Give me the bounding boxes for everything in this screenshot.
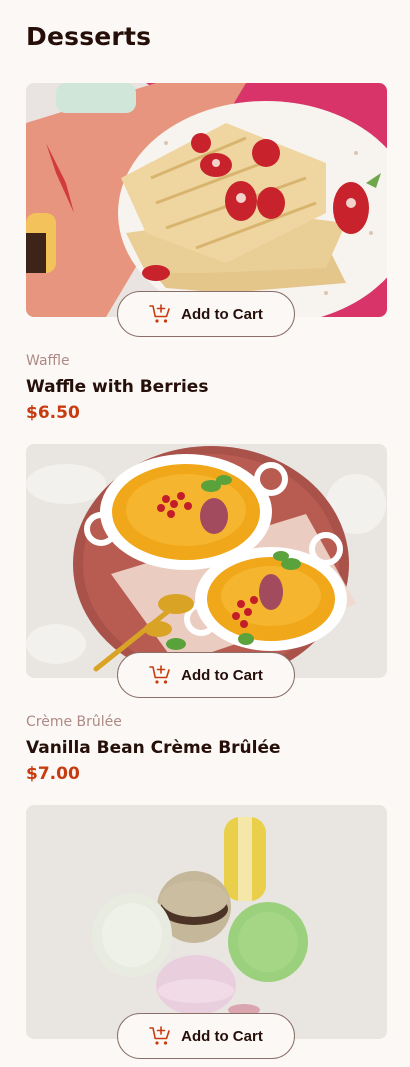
add-to-cart-icon	[149, 303, 171, 325]
macaron-photo	[26, 805, 387, 1039]
add-to-cart-label: Add to Cart	[181, 666, 263, 684]
product-category: Crème Brûlée	[26, 714, 122, 730]
product-list-page: Desserts Add to Cart Waffle Waffle with …	[0, 0, 410, 1067]
product-price: $7.00	[26, 764, 80, 784]
add-to-cart-label: Add to Cart	[181, 1027, 263, 1045]
add-to-cart-icon	[149, 1025, 171, 1047]
product-card: Add to Cart Waffle Waffle with Berries $…	[26, 83, 387, 423]
product-name: Waffle with Berries	[26, 377, 209, 397]
add-to-cart-button[interactable]: Add to Cart	[117, 291, 295, 337]
product-card: Add to Cart Crème Brûlée Vanilla Bean Cr…	[26, 444, 387, 784]
creme-brulee-photo	[26, 444, 387, 678]
add-to-cart-label: Add to Cart	[181, 305, 263, 323]
add-to-cart-icon	[149, 664, 171, 686]
product-card: Add to Cart	[26, 805, 387, 1059]
add-to-cart-button[interactable]: Add to Cart	[117, 652, 295, 698]
waffle-photo	[26, 83, 387, 317]
page-title: Desserts	[26, 22, 152, 51]
product-price: $6.50	[26, 403, 80, 423]
product-category: Waffle	[26, 353, 70, 369]
product-name: Vanilla Bean Crème Brûlée	[26, 738, 281, 758]
add-to-cart-button[interactable]: Add to Cart	[117, 1013, 295, 1059]
